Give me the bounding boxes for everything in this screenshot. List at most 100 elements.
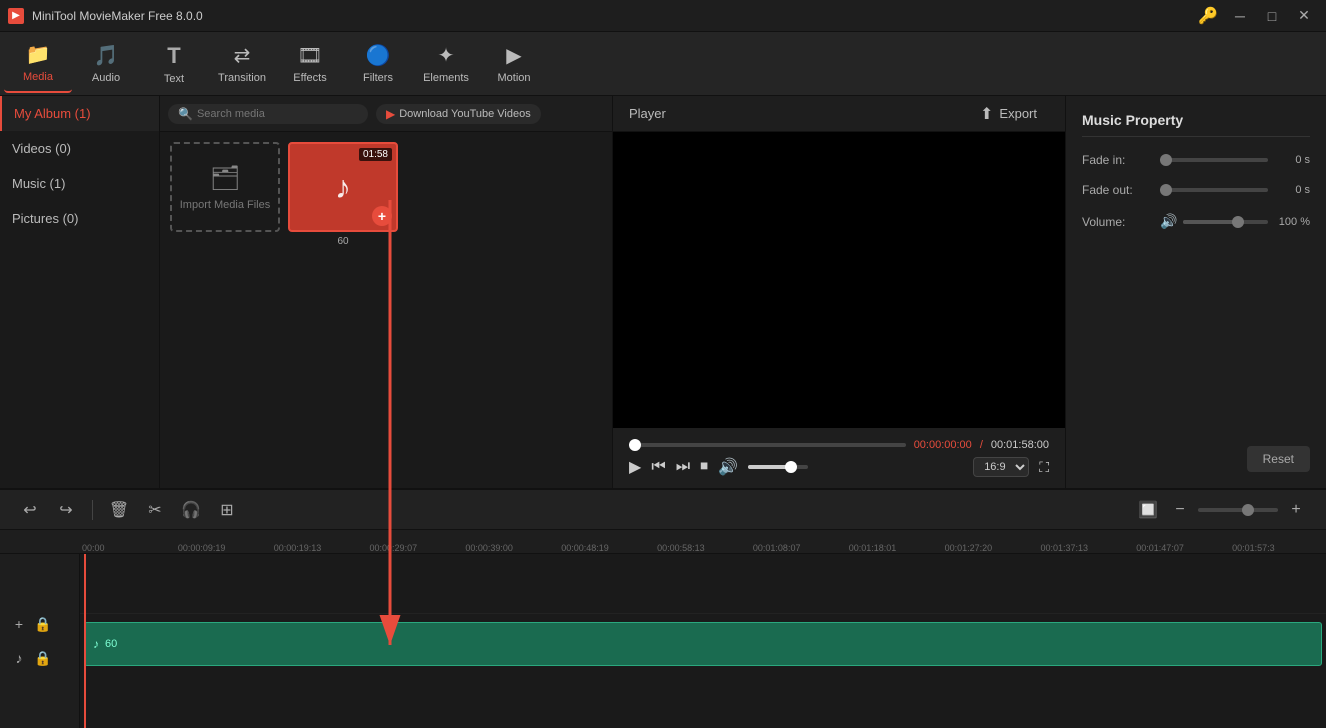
- fade-out-row: Fade out: 0 s: [1082, 183, 1310, 197]
- nav-videos[interactable]: Videos (0): [0, 131, 159, 166]
- stop-button[interactable]: ⏹: [700, 458, 708, 476]
- video-area: [613, 132, 1065, 428]
- ruler-mark-3: 00:00:29:07: [368, 543, 464, 553]
- delete-button[interactable]: 🗑: [105, 496, 133, 524]
- toolbar-transition[interactable]: ⇄ Transition: [208, 35, 276, 93]
- lock-video-track-button[interactable]: 🔒: [32, 613, 54, 635]
- media-label: Media: [23, 71, 53, 83]
- left-nav: My Album (1) Videos (0) Music (1) Pictur…: [0, 96, 160, 488]
- ruler-mark-4: 00:00:39:00: [463, 543, 559, 553]
- audio-button[interactable]: 🎧: [177, 496, 205, 524]
- app-icon: ▶: [8, 8, 24, 24]
- nav-music[interactable]: Music (1): [0, 166, 159, 201]
- window-controls: ─ □ ✕: [1226, 6, 1318, 26]
- timeline-track-controls: + 🔒 ♪ 🔒: [0, 554, 80, 728]
- music-property-title: Music Property: [1082, 112, 1310, 137]
- fade-in-value: 0 s: [1274, 154, 1310, 166]
- export-button[interactable]: ⬆ Export: [968, 100, 1049, 128]
- media-grid: 🗂 Import Media Files 01:58 ♪ + 60: [160, 132, 612, 488]
- audio-track-row: ♪ 60: [80, 614, 1326, 674]
- zoom-out-button[interactable]: 🔲: [1134, 496, 1162, 524]
- search-input[interactable]: [197, 108, 358, 120]
- toolbar-separator: [92, 500, 93, 520]
- next-button[interactable]: ⏭: [676, 458, 690, 476]
- aspect-ratio-select[interactable]: 16:9: [973, 457, 1029, 477]
- fade-in-slider[interactable]: [1160, 158, 1268, 162]
- text-label: Text: [164, 73, 184, 85]
- ruler-mark-2: 00:00:19:13: [272, 543, 368, 553]
- fade-out-label: Fade out:: [1082, 183, 1152, 197]
- toolbar-elements[interactable]: ✦ Elements: [412, 35, 480, 93]
- fullscreen-button[interactable]: ⛶: [1039, 459, 1049, 476]
- timeline-body: + 🔒 ♪ 🔒 ♪ 60: [0, 554, 1326, 728]
- music-property-panel: Music Property Fade in: 0 s Fade out:: [1066, 96, 1326, 488]
- volume-fill-prop: [1183, 220, 1238, 224]
- timeline: ↩ ↪ 🗑 ✂ 🎧 ⊞ 🔲 − + 00:00 00:00:09:19 00:0…: [0, 488, 1326, 728]
- zoom-thumb: [1242, 504, 1254, 516]
- audio-icon: 🎵: [94, 43, 119, 68]
- cut-button[interactable]: ✂: [141, 496, 169, 524]
- crop-button[interactable]: ⊞: [213, 496, 241, 524]
- volume-button[interactable]: 🔊: [718, 457, 738, 477]
- audio-track-icon: ♪: [8, 647, 30, 669]
- volume-label: Volume:: [1082, 215, 1152, 229]
- player-panel: Player ⬆ Export 00:00:00:00 / 00:01:58:0…: [613, 96, 1066, 488]
- filters-icon: 🔵: [366, 43, 391, 68]
- yt-download-button[interactable]: ▶ Download YouTube Videos: [376, 104, 541, 124]
- nav-my-album[interactable]: My Album (1): [0, 96, 159, 131]
- media-thumbnail[interactable]: 01:58 ♪ +: [288, 142, 398, 232]
- motion-icon: ▶: [506, 43, 521, 68]
- close-button[interactable]: ✕: [1290, 6, 1318, 26]
- toolbar-audio[interactable]: 🎵 Audio: [72, 35, 140, 93]
- media-icon: 📁: [26, 42, 51, 67]
- progress-bar[interactable]: [629, 443, 906, 447]
- app-title: MiniTool MovieMaker Free 8.0.0: [32, 9, 1198, 23]
- video-track-row: [80, 554, 1326, 614]
- prev-button[interactable]: ⏮: [651, 458, 665, 476]
- add-to-timeline-button[interactable]: +: [372, 206, 392, 226]
- zoom-bar[interactable]: [1198, 508, 1278, 512]
- lock-audio-track-button[interactable]: 🔒: [32, 647, 54, 669]
- fade-in-slider-wrap: 0 s: [1160, 154, 1310, 166]
- nav-pictures[interactable]: Pictures (0): [0, 201, 159, 236]
- volume-bar[interactable]: [748, 465, 808, 469]
- volume-slider[interactable]: [1183, 220, 1268, 224]
- reset-button[interactable]: Reset: [1247, 446, 1310, 472]
- transition-label: Transition: [218, 72, 266, 84]
- toolbar-media[interactable]: 📁 Media: [4, 35, 72, 93]
- export-icon: ⬆: [980, 104, 993, 124]
- audio-clip[interactable]: ♪ 60: [84, 622, 1322, 666]
- toolbar-effects[interactable]: 🎞 Effects: [276, 35, 344, 93]
- key-icon: 🔑: [1198, 6, 1218, 26]
- progress-thumb: [629, 439, 641, 451]
- add-video-track-button[interactable]: +: [8, 613, 30, 635]
- timeline-toolbar: ↩ ↪ 🗑 ✂ 🎧 ⊞ 🔲 − +: [0, 490, 1326, 530]
- ruler-mark-11: 00:01:47:07: [1134, 543, 1230, 553]
- titlebar: ▶ MiniTool MovieMaker Free 8.0.0 🔑 ─ □ ✕: [0, 0, 1326, 32]
- zoom-minus-button[interactable]: −: [1166, 496, 1194, 524]
- ruler-mark-12: 00:01:57:3: [1230, 543, 1326, 553]
- elements-label: Elements: [423, 72, 469, 84]
- toolbar-motion[interactable]: ▶ Motion: [480, 35, 548, 93]
- transition-icon: ⇄: [234, 43, 251, 68]
- thumb-label: 60: [337, 236, 348, 247]
- search-bar[interactable]: 🔍: [168, 104, 368, 124]
- volume-value: 100 %: [1274, 216, 1310, 228]
- ruler-mark-6: 00:00:58:13: [655, 543, 751, 553]
- fade-out-slider[interactable]: [1160, 188, 1268, 192]
- minimize-button[interactable]: ─: [1226, 6, 1254, 26]
- timeline-content: ♪ 60: [80, 554, 1326, 728]
- import-media-box[interactable]: 🗂 Import Media Files: [170, 142, 280, 232]
- redo-button[interactable]: ↪: [52, 496, 80, 524]
- restore-button[interactable]: □: [1258, 6, 1286, 26]
- toolbar-text[interactable]: T Text: [140, 35, 208, 93]
- fade-out-thumb: [1160, 184, 1172, 196]
- fade-in-row: Fade in: 0 s: [1082, 153, 1310, 167]
- zoom-plus-button[interactable]: +: [1282, 496, 1310, 524]
- text-icon: T: [167, 43, 180, 69]
- toolbar-filters[interactable]: 🔵 Filters: [344, 35, 412, 93]
- play-button[interactable]: ▶: [629, 457, 641, 477]
- undo-button[interactable]: ↩: [16, 496, 44, 524]
- volume-thumb-prop: [1232, 216, 1244, 228]
- player-controls-row: ▶ ⏮ ⏭ ⏹ 🔊 16:9 ⛶: [629, 457, 1049, 477]
